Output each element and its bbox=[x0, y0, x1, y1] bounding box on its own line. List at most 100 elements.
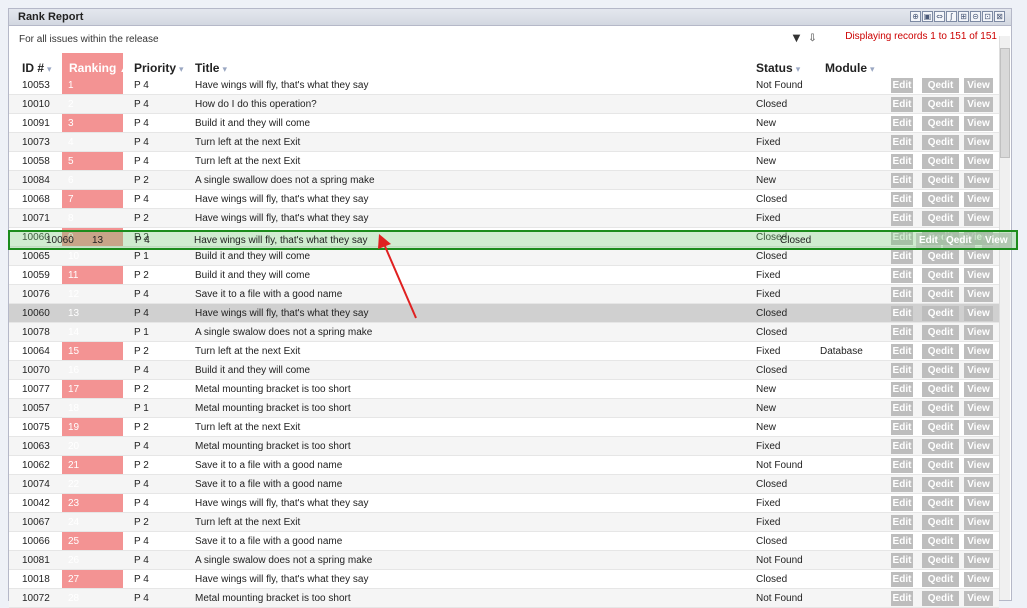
view-button[interactable]: View bbox=[964, 515, 993, 530]
view-button[interactable]: View bbox=[964, 116, 993, 131]
qedit-button[interactable]: Qedit bbox=[922, 477, 959, 492]
edit-button[interactable]: Edit bbox=[891, 306, 913, 321]
view-button[interactable]: View bbox=[964, 496, 993, 511]
resize-icon[interactable]: ⇔ bbox=[934, 11, 945, 22]
view-button[interactable]: View bbox=[964, 325, 993, 340]
edit-button[interactable]: Edit bbox=[891, 135, 913, 150]
qedit-button[interactable]: Qedit bbox=[922, 173, 959, 188]
col-ranking-header[interactable]: Ranking ▲ bbox=[69, 61, 128, 75]
table-row[interactable]: 10072 P 4 Metal mounting bracket is too sh… bbox=[9, 589, 999, 608]
qedit-button[interactable]: Qedit bbox=[922, 344, 959, 359]
qedit-button[interactable]: Qedit bbox=[922, 515, 959, 530]
view-button[interactable]: View bbox=[964, 458, 993, 473]
table-row[interactable]: 10077 P 2 Metal mounting bracket is too sh… bbox=[9, 380, 999, 399]
edit-button[interactable]: Edit bbox=[891, 439, 913, 454]
qedit-button[interactable]: Qedit bbox=[922, 382, 959, 397]
qedit-button[interactable]: Qedit bbox=[922, 325, 959, 340]
col-priority-header[interactable]: Priority ▾ bbox=[134, 61, 184, 75]
edit-button[interactable]: Edit bbox=[891, 420, 913, 435]
qedit-button[interactable]: Qedit bbox=[922, 135, 959, 150]
qedit-button[interactable]: Qedit bbox=[922, 458, 959, 473]
expand-icon[interactable]: ⊕ bbox=[910, 11, 921, 22]
table-row[interactable]: 10074 P 4 Save it to a file with a good na… bbox=[9, 475, 999, 494]
filter-icon[interactable]: ▼ bbox=[791, 33, 802, 44]
view-button[interactable]: View bbox=[964, 477, 993, 492]
edit-button[interactable]: Edit bbox=[891, 401, 913, 416]
table-row[interactable]: 10060 P 4 Have wings will fly, that's what… bbox=[9, 304, 999, 323]
table-row[interactable]: 10071 P 2 Have wings will fly, that's what… bbox=[9, 209, 999, 228]
edit-button[interactable]: Edit bbox=[891, 287, 913, 302]
edit-button[interactable]: Edit bbox=[891, 553, 913, 568]
edit-button[interactable]: Edit bbox=[891, 477, 913, 492]
layout-icon[interactable]: ⊞ bbox=[958, 11, 969, 22]
table-row[interactable]: 10078 P 1 A single swalow does not a sprin… bbox=[9, 323, 999, 342]
view-button[interactable]: View bbox=[964, 173, 993, 188]
edit-button[interactable]: Edit bbox=[891, 515, 913, 530]
qedit-button[interactable]: Qedit bbox=[922, 306, 959, 321]
edit-button[interactable]: Edit bbox=[891, 78, 913, 93]
qedit-button[interactable]: Qedit bbox=[922, 249, 959, 264]
edit-button[interactable]: Edit bbox=[891, 268, 913, 283]
table-row[interactable]: 10070 P 4 Build it and they will come Close… bbox=[9, 361, 999, 380]
edit-button[interactable]: Edit bbox=[891, 591, 913, 606]
qedit-button[interactable]: Qedit bbox=[922, 78, 959, 93]
qedit-button[interactable]: Qedit bbox=[922, 268, 959, 283]
table-row[interactable]: 10076 P 4 Save it to a file with a good na… bbox=[9, 285, 999, 304]
col-id-header[interactable]: ID # ▾ bbox=[22, 61, 52, 75]
script-icon[interactable]: ʃ bbox=[946, 11, 957, 22]
view-button[interactable]: View bbox=[964, 591, 993, 606]
view-button[interactable]: View bbox=[964, 154, 993, 169]
view-button[interactable]: View bbox=[964, 534, 993, 549]
view-button[interactable]: View bbox=[964, 249, 993, 264]
edit-button[interactable]: Edit bbox=[891, 249, 913, 264]
qedit-button[interactable]: Qedit bbox=[922, 211, 959, 226]
close-icon[interactable]: ⊠ bbox=[994, 11, 1005, 22]
drag-ghost-row[interactable]: 10060 13 P 4 Have wings will fly, that's… bbox=[8, 230, 1018, 250]
table-row[interactable]: 10091 P 4 Build it and they will come New 3 E… bbox=[9, 114, 999, 133]
edit-button[interactable]: Edit bbox=[891, 496, 913, 511]
table-row[interactable]: 10066 P 4 Save it to a file with a good na… bbox=[9, 532, 999, 551]
table-row[interactable]: 10068 P 4 Have wings will fly, that's what… bbox=[9, 190, 999, 209]
maximize-icon[interactable]: ⊡ bbox=[982, 11, 993, 22]
vertical-scrollbar[interactable] bbox=[999, 36, 1010, 600]
grid-icon[interactable]: ▣ bbox=[922, 11, 933, 22]
view-button[interactable]: View bbox=[964, 382, 993, 397]
edit-button[interactable]: Edit bbox=[891, 173, 913, 188]
edit-button[interactable]: Edit bbox=[891, 534, 913, 549]
view-button[interactable]: View bbox=[964, 306, 993, 321]
table-row[interactable]: 10063 P 4 Metal mounting bracket is too sh… bbox=[9, 437, 999, 456]
view-button[interactable]: View bbox=[964, 211, 993, 226]
qedit-button[interactable]: Qedit bbox=[922, 192, 959, 207]
edit-button[interactable]: Edit bbox=[891, 154, 913, 169]
view-button[interactable]: View bbox=[964, 287, 993, 302]
view-button[interactable]: View bbox=[964, 401, 993, 416]
qedit-button[interactable]: Qedit bbox=[922, 287, 959, 302]
view-button[interactable]: View bbox=[964, 135, 993, 150]
qedit-button[interactable]: Qedit bbox=[922, 591, 959, 606]
edit-button[interactable]: Edit bbox=[891, 382, 913, 397]
qedit-button[interactable]: Qedit bbox=[922, 154, 959, 169]
view-button[interactable]: View bbox=[964, 439, 993, 454]
view-button[interactable]: View bbox=[964, 363, 993, 378]
view-button[interactable]: View bbox=[964, 344, 993, 359]
edit-button[interactable]: Edit bbox=[891, 344, 913, 359]
qedit-button[interactable]: Qedit bbox=[922, 496, 959, 511]
table-row[interactable]: 10064 P 2 Turn left at the next Exit Fixed D… bbox=[9, 342, 999, 361]
view-button[interactable]: View bbox=[964, 572, 993, 587]
qedit-button[interactable]: Qedit bbox=[922, 553, 959, 568]
col-module-header[interactable]: Module ▾ bbox=[825, 61, 875, 75]
edit-button[interactable]: Edit bbox=[891, 458, 913, 473]
qedit-button[interactable]: Qedit bbox=[922, 534, 959, 549]
view-button[interactable]: View bbox=[964, 192, 993, 207]
edit-button[interactable]: Edit bbox=[891, 325, 913, 340]
view-button[interactable]: View bbox=[964, 97, 993, 112]
export-icon[interactable]: ⇩ bbox=[807, 33, 818, 44]
table-row[interactable]: 10075 P 2 Turn left at the next Exit New 19 E… bbox=[9, 418, 999, 437]
view-button[interactable]: View bbox=[964, 78, 993, 93]
table-row[interactable]: 10062 P 2 Save it to a file with a good na… bbox=[9, 456, 999, 475]
view-button[interactable]: View bbox=[964, 553, 993, 568]
edit-button[interactable]: Edit bbox=[891, 211, 913, 226]
table-row[interactable]: 10057 P 1 Metal mounting bracket is too sh… bbox=[9, 399, 999, 418]
qedit-button[interactable]: Qedit bbox=[922, 439, 959, 454]
edit-button[interactable]: Edit bbox=[891, 363, 913, 378]
